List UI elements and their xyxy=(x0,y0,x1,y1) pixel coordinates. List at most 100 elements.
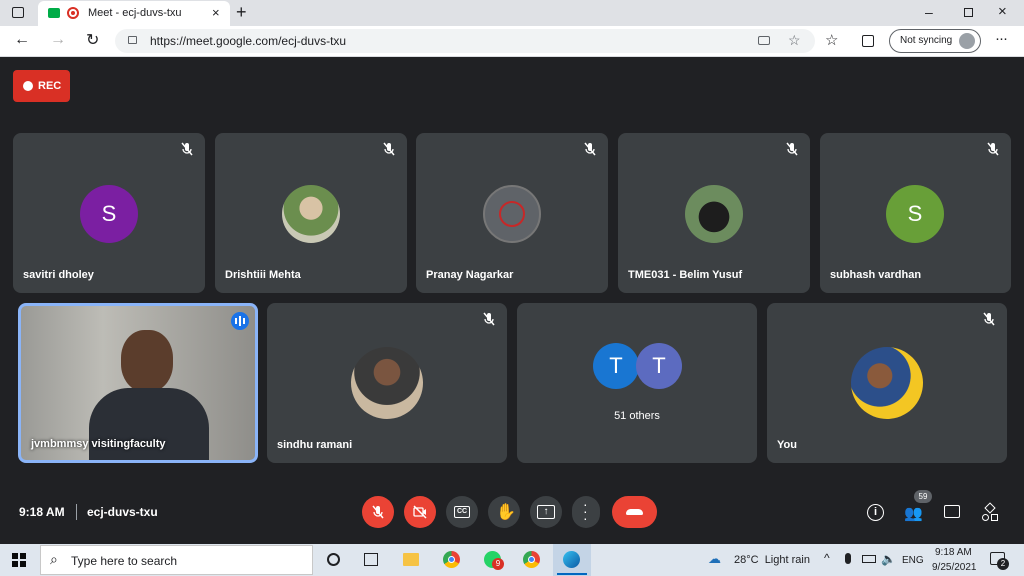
speaking-indicator-icon xyxy=(231,312,249,330)
rec-indicator: REC xyxy=(13,70,70,102)
active-speaker-tile[interactable]: jvmbmmsy visitingfaculty xyxy=(18,303,258,463)
notifications-icon[interactable]: 2 xyxy=(990,552,1009,570)
participant-tile[interactable]: Drishtiii Mehta xyxy=(215,133,407,293)
avatar-photo xyxy=(483,185,541,243)
present-button[interactable]: ↑ xyxy=(530,496,562,528)
profile-button[interactable]: Not syncing xyxy=(889,29,981,53)
favorite-add-icon[interactable]: ☆ xyxy=(788,32,801,49)
participants-count: 59 xyxy=(918,492,928,501)
participant-tile[interactable]: S savitri dholey xyxy=(13,133,205,293)
back-icon[interactable]: ← xyxy=(14,31,30,49)
hand-icon: ✋ xyxy=(496,504,516,521)
recording-dot-icon xyxy=(67,7,79,19)
muted-mic-icon xyxy=(987,142,999,156)
whatsapp-badge: 9 xyxy=(492,558,504,570)
maximize-icon[interactable] xyxy=(964,8,973,17)
cortana-icon[interactable] xyxy=(327,553,340,566)
minimize-icon[interactable]: – xyxy=(925,4,933,20)
show-hidden-icons-icon[interactable]: ^ xyxy=(824,551,830,565)
avatar-initial: S xyxy=(101,201,117,226)
avatar: T xyxy=(636,343,682,389)
tab-title: Meet - ecj-duvs-txu xyxy=(88,7,182,19)
avatar-photo xyxy=(685,185,743,243)
avatar-initial: T xyxy=(652,353,666,378)
muted-mic-icon xyxy=(383,142,395,156)
forward-icon[interactable]: → xyxy=(50,31,66,49)
participant-name: jvmbmmsy visitingfaculty xyxy=(31,438,166,450)
address-bar[interactable]: https://meet.google.com/ecj-duvs-txu ☆ xyxy=(115,29,815,53)
participant-tile[interactable]: S subhash vardhan xyxy=(820,133,1011,293)
raise-hand-button[interactable]: ✋ xyxy=(488,496,520,528)
captions-button[interactable]: CC xyxy=(446,496,478,528)
meet-favicon-icon xyxy=(48,8,60,18)
sync-status-label: Not syncing xyxy=(900,35,953,46)
windows-taskbar: ⌕ Type here to search 9 ☁ 28°C Light rai… xyxy=(0,544,1024,576)
more-vert-icon: · · · xyxy=(583,496,588,526)
others-count-label: 51 others xyxy=(614,410,660,422)
muted-mic-icon xyxy=(786,142,798,156)
close-window-icon[interactable]: × xyxy=(998,3,1007,20)
edge-icon[interactable] xyxy=(563,551,580,568)
clock-date[interactable]: 9/25/2021 xyxy=(932,562,977,573)
avatar: S xyxy=(886,185,944,243)
new-tab-icon[interactable]: + xyxy=(236,2,247,23)
search-icon: ⌕ xyxy=(50,551,58,567)
present-icon: ↑ xyxy=(537,505,555,519)
lock-icon[interactable] xyxy=(128,36,137,44)
self-tile[interactable]: You xyxy=(767,303,1007,463)
muted-mic-icon xyxy=(483,312,495,326)
leave-call-button[interactable] xyxy=(612,496,657,528)
participant-tile[interactable]: sindhu ramani xyxy=(267,303,507,463)
meet-stage: REC S savitri dholey Drishtiii Mehta Pra… xyxy=(0,57,1024,544)
tab-meet[interactable]: Meet - ecj-duvs-txu × xyxy=(38,1,230,26)
participant-tile[interactable]: TME031 - Belim Yusuf xyxy=(618,133,810,293)
camera-indicator-icon[interactable] xyxy=(758,36,770,45)
language-indicator[interactable]: ENG xyxy=(902,555,924,566)
participant-tile[interactable]: Pranay Nagarkar xyxy=(416,133,608,293)
reload-icon[interactable]: ↻ xyxy=(86,30,99,50)
avatar-photo xyxy=(351,347,423,419)
microphone-tray-icon[interactable] xyxy=(845,553,851,564)
rec-dot-icon xyxy=(23,81,33,91)
whatsapp-count: 9 xyxy=(495,559,501,568)
hangup-icon xyxy=(626,509,643,515)
activities-icon[interactable] xyxy=(982,502,999,521)
url-text[interactable]: https://meet.google.com/ecj-duvs-txu xyxy=(150,34,346,48)
whatsapp-icon[interactable]: 9 xyxy=(484,551,504,570)
meeting-details-icon[interactable]: i xyxy=(867,504,884,521)
avatar: T xyxy=(593,343,639,389)
taskbar-search-box[interactable]: ⌕ Type here to search xyxy=(40,545,313,575)
more-menu-icon[interactable]: ··· xyxy=(995,30,1008,47)
chrome-profile-icon[interactable] xyxy=(523,551,540,568)
people-button[interactable]: 👥 59 xyxy=(902,490,932,524)
participant-name: savitri dholey xyxy=(23,269,94,281)
browser-toolbar: ← → ↻ https://meet.google.com/ecj-duvs-t… xyxy=(0,26,1024,57)
avatar-initial: T xyxy=(609,353,623,378)
file-explorer-icon[interactable] xyxy=(403,553,419,566)
notifications-badge: 2 xyxy=(997,558,1009,570)
participant-name: You xyxy=(777,439,797,451)
participant-name: TME031 - Belim Yusuf xyxy=(628,269,743,281)
muted-mic-icon xyxy=(584,142,596,156)
task-view-icon[interactable] xyxy=(364,553,378,566)
collections-icon[interactable] xyxy=(862,35,874,47)
search-placeholder: Type here to search xyxy=(71,554,178,568)
mic-toggle-button[interactable] xyxy=(362,496,394,528)
chat-icon[interactable] xyxy=(944,505,960,518)
windows-start-icon[interactable] xyxy=(12,553,26,567)
weather-text[interactable]: 28°C Light rain xyxy=(734,554,810,566)
others-tile[interactable]: T T 51 others xyxy=(517,303,757,463)
favorites-icon[interactable]: ☆ xyxy=(825,31,838,49)
tab-close-icon[interactable]: × xyxy=(212,5,220,20)
clock-time[interactable]: 9:18 AM xyxy=(935,547,972,558)
muted-mic-icon xyxy=(181,142,193,156)
battery-icon[interactable] xyxy=(862,555,876,563)
chrome-icon[interactable] xyxy=(443,551,460,568)
participant-name: Drishtiii Mehta xyxy=(225,269,301,281)
avatar-initial: S xyxy=(907,201,923,226)
volume-icon[interactable]: 🔈 xyxy=(881,552,896,566)
active-app-underline xyxy=(557,573,587,575)
tab-actions-icon[interactable] xyxy=(12,7,24,18)
more-options-button[interactable]: · · · xyxy=(572,496,600,528)
camera-toggle-button[interactable] xyxy=(404,496,436,528)
